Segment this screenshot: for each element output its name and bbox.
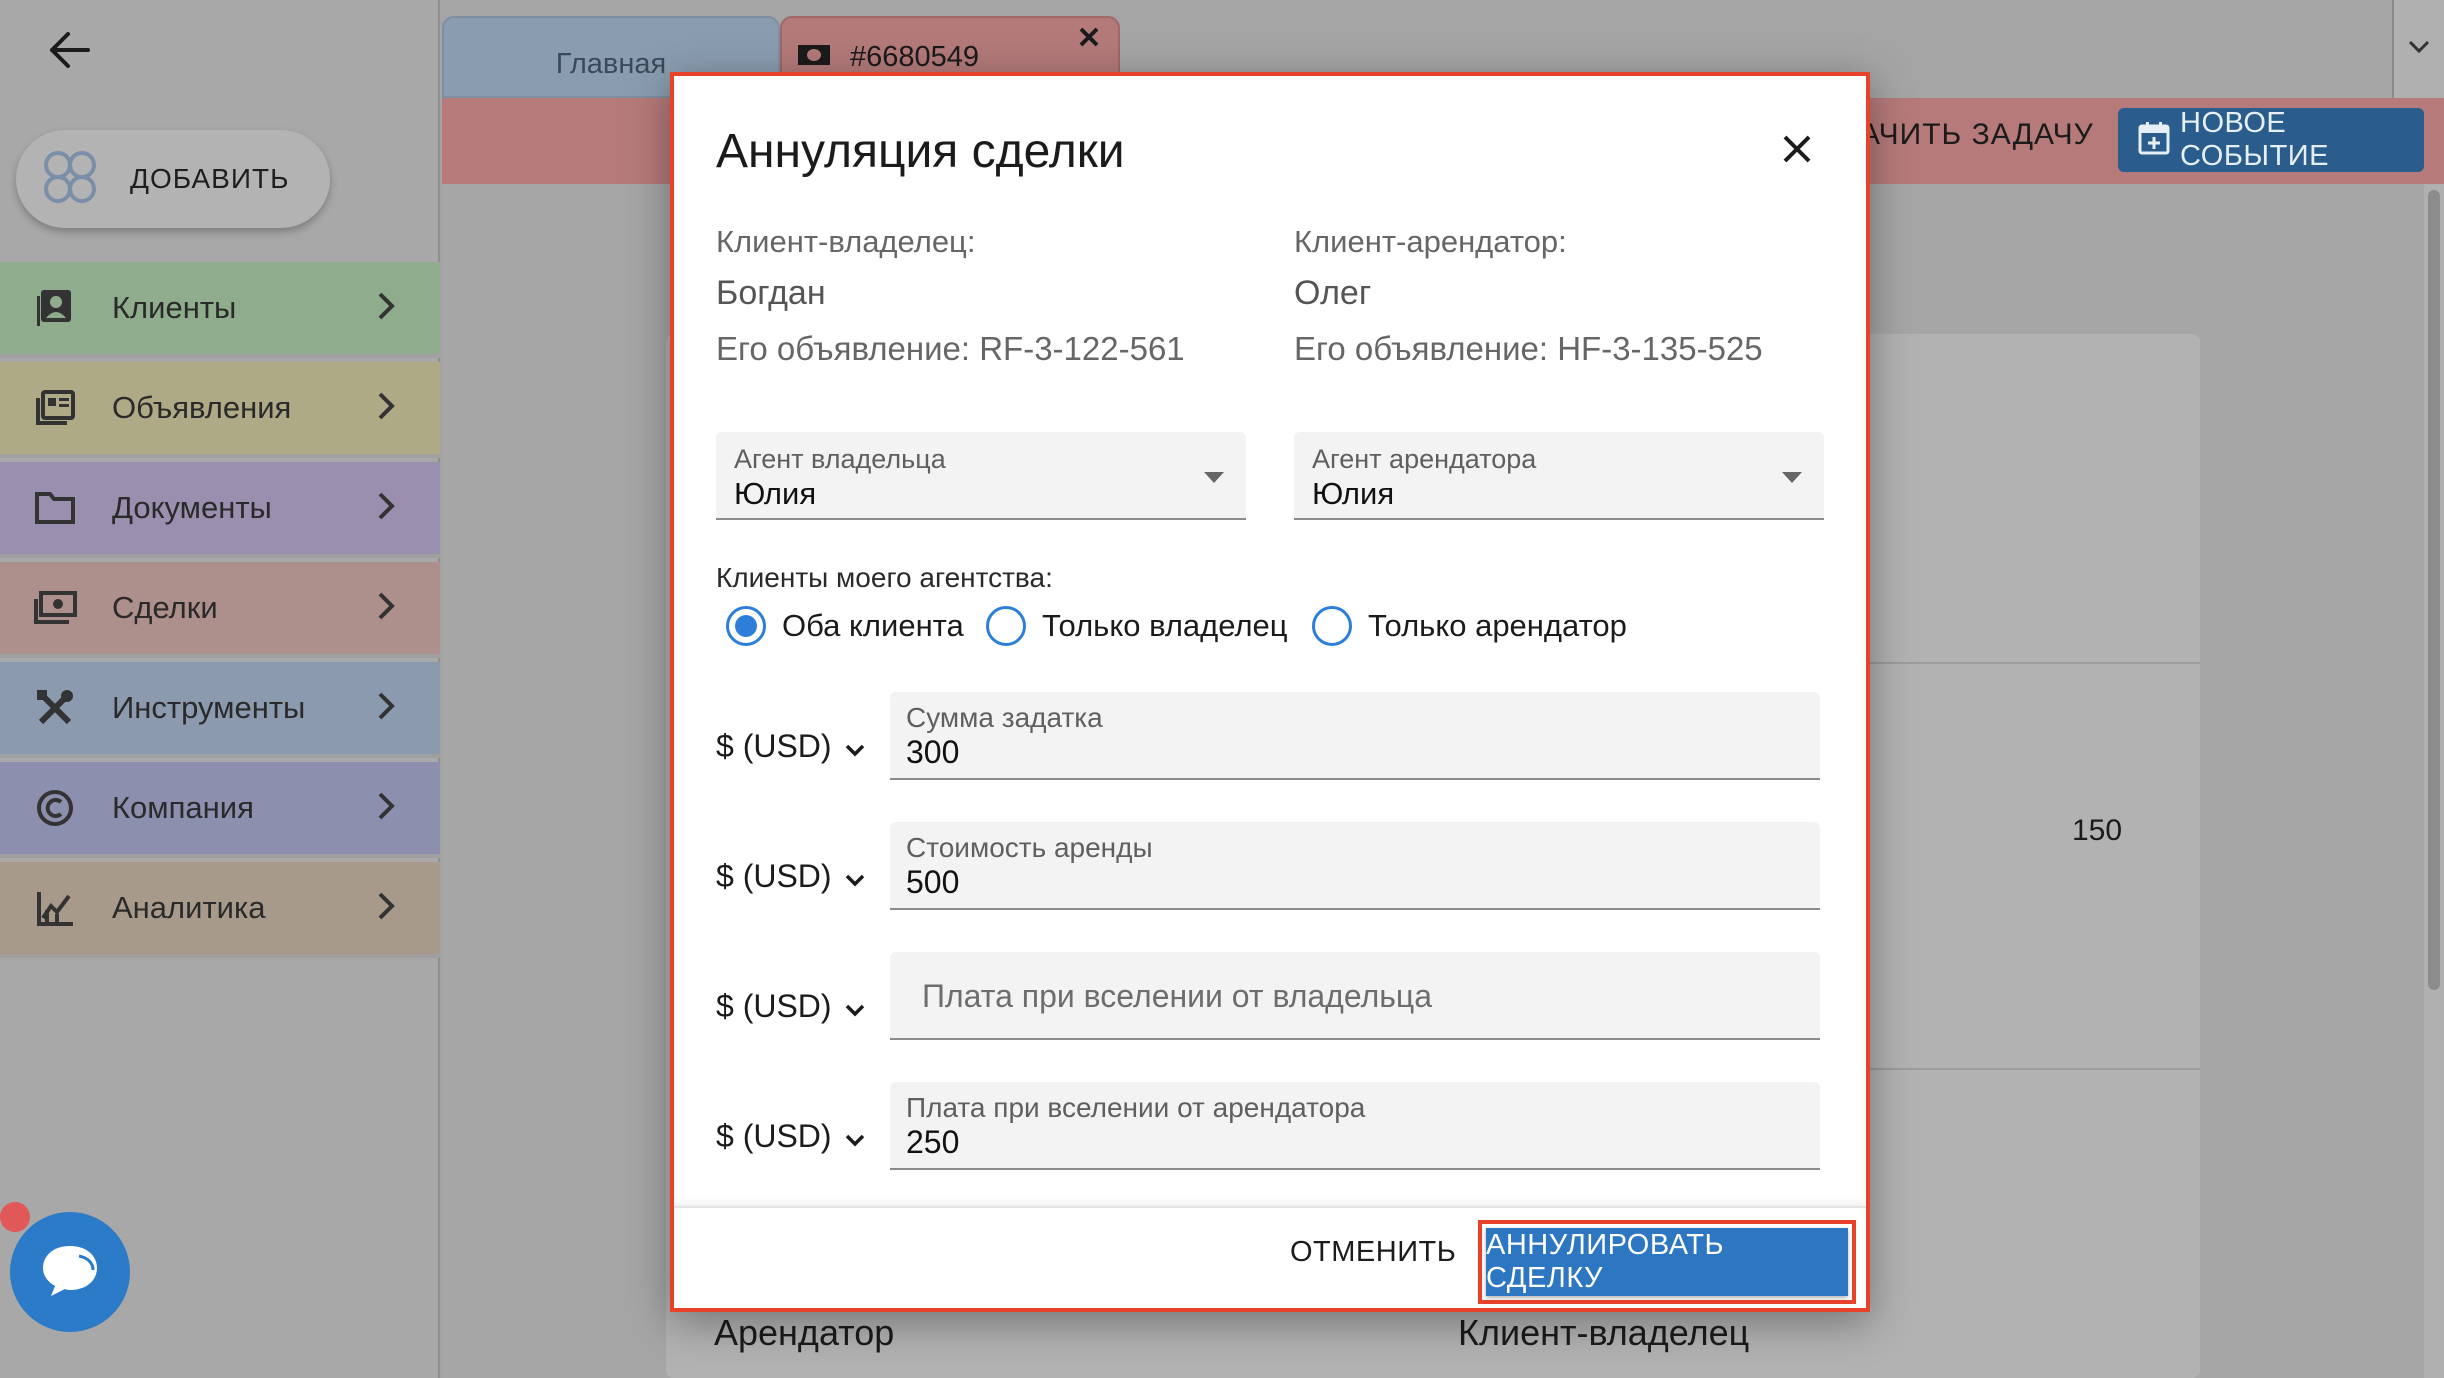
- currency-select[interactable]: $ (USD): [716, 1118, 866, 1155]
- tenant-caption: Клиент-арендатор:: [1294, 224, 1567, 259]
- currency-label: $ (USD): [716, 728, 832, 764]
- sidebar-item-label: Инструменты: [112, 690, 306, 725]
- sidebar-item-deals[interactable]: Сделки: [0, 562, 440, 658]
- tab-deal-label: #6680549: [850, 40, 980, 73]
- add-button-label: ДОБАВИТЬ: [130, 163, 290, 194]
- chevron-right-icon: [376, 490, 396, 527]
- sidebar-item-tools[interactable]: Инструменты: [0, 662, 440, 758]
- currency-select[interactable]: $ (USD): [716, 728, 866, 765]
- add-button[interactable]: ДОБАВИТЬ: [16, 130, 330, 228]
- new-event-button[interactable]: НОВОЕ СОБЫТИЕ: [2118, 107, 2424, 172]
- radio-owner-only-label[interactable]: Только владелец: [1042, 608, 1288, 644]
- dropdown-arrow-icon: [1782, 472, 1802, 483]
- chevron-down-icon: [844, 728, 866, 765]
- tab-home-label: Главная: [555, 47, 667, 80]
- sidebar-item-analytics[interactable]: Аналитика: [0, 862, 440, 958]
- rent-cost-field[interactable]: Стоимость аренды 500: [890, 822, 1820, 910]
- field-placeholder: Плата при вселении от владельца: [922, 978, 1433, 1014]
- chevron-down-icon: [844, 858, 866, 895]
- copyright-icon: [32, 785, 78, 831]
- currency-select[interactable]: $ (USD): [716, 988, 866, 1025]
- tenant-movein-fee-field[interactable]: Плата при вселении от арендатора 250: [890, 1082, 1820, 1170]
- radio-both[interactable]: [726, 606, 766, 646]
- analytics-icon: [32, 885, 78, 931]
- sidebar-item-label: Объявления: [112, 390, 292, 425]
- tenant-agent-select[interactable]: Агент арендатора Юлия: [1294, 432, 1824, 520]
- chevron-right-icon: [376, 790, 396, 827]
- deposit-amount-field[interactable]: Сумма задатка 300: [890, 692, 1820, 780]
- sidebar-item-label: Документы: [112, 490, 272, 525]
- owner-agent-label: Агент владельца: [734, 444, 946, 474]
- heading-tenant: Арендатор: [714, 1312, 895, 1353]
- money-icon: [32, 585, 78, 631]
- sidebar-item-documents[interactable]: Документы: [0, 462, 440, 558]
- sidebar-item-label: Клиенты: [112, 290, 237, 325]
- chat-icon: [39, 1242, 101, 1303]
- currency-label: $ (USD): [716, 858, 832, 894]
- heading-owner: Клиент-владелец: [1458, 1312, 1750, 1353]
- notification-dot: [0, 1202, 30, 1232]
- chevron-down-icon: [844, 1118, 866, 1155]
- field-label: Плата при вселении от арендатора: [906, 1092, 1366, 1123]
- clients-group-label: Клиенты моего агентства:: [716, 562, 1053, 593]
- currency-select[interactable]: $ (USD): [716, 858, 866, 895]
- chevron-down-icon: [2407, 39, 2431, 60]
- sidebar-item-label: Компания: [112, 790, 254, 825]
- sidebar-item-label: Аналитика: [112, 890, 266, 925]
- background-value: 150: [2072, 814, 2123, 847]
- sidebar-item-label: Сделки: [112, 590, 218, 625]
- contacts-icon: [32, 285, 78, 331]
- money-icon: [796, 43, 832, 72]
- sidebar-item-listings[interactable]: Объявления: [0, 362, 440, 458]
- chevron-right-icon: [376, 890, 396, 927]
- scrollbar-thumb[interactable]: [2428, 190, 2440, 990]
- owner-name: Богдан: [716, 274, 826, 312]
- tenant-agent-label: Агент арендатора: [1312, 444, 1537, 474]
- currency-label: $ (USD): [716, 988, 832, 1024]
- chevron-right-icon: [376, 290, 396, 327]
- chevron-right-icon: [376, 590, 396, 627]
- tenant-listing: Его объявление: HF-3-135-525: [1294, 330, 1763, 367]
- sidebar-item-company[interactable]: Компания: [0, 762, 440, 858]
- sidebar-item-clients[interactable]: Клиенты: [0, 262, 440, 358]
- owner-movein-fee-field[interactable]: Плата при вселении от владельца: [890, 952, 1820, 1040]
- field-label: Сумма задатка: [906, 702, 1103, 733]
- tenant-name: Олег: [1294, 274, 1372, 312]
- field-value: 250: [906, 1124, 960, 1160]
- chevron-right-icon: [376, 390, 396, 427]
- radio-tenant-only[interactable]: [1312, 606, 1352, 646]
- field-value: 500: [906, 864, 960, 900]
- owner-agent-select[interactable]: Агент владельца Юлия: [716, 432, 1246, 520]
- chevron-right-icon: [376, 690, 396, 727]
- close-icon[interactable]: [1774, 126, 1820, 172]
- tools-icon: [32, 685, 78, 731]
- listings-icon: [32, 385, 78, 431]
- currency-label: $ (USD): [716, 1118, 832, 1154]
- chat-button[interactable]: [10, 1212, 130, 1332]
- calendar-add-icon: [2138, 121, 2170, 160]
- dropdown-arrow-icon: [1204, 472, 1224, 483]
- owner-agent-value: Юлия: [734, 476, 817, 511]
- close-tab-icon[interactable]: [1078, 26, 1100, 53]
- owner-caption: Клиент-владелец:: [716, 224, 976, 259]
- radio-tenant-only-label[interactable]: Только арендатор: [1368, 608, 1627, 644]
- back-arrow-icon[interactable]: [40, 20, 100, 80]
- radio-selected-dot: [735, 615, 757, 637]
- radio-owner-only[interactable]: [986, 606, 1026, 646]
- field-label: Стоимость аренды: [906, 832, 1153, 863]
- folder-icon: [32, 485, 78, 531]
- new-event-label: НОВОЕ СОБЫТИЕ: [2180, 107, 2329, 172]
- radio-both-label[interactable]: Оба клиента: [782, 608, 964, 644]
- dialog-title: Аннуляция сделки: [716, 125, 1125, 178]
- add-logo-icon: [40, 147, 100, 212]
- field-value: 300: [906, 734, 960, 770]
- cancel-button[interactable]: ОТМЕНИТЬ: [1290, 1236, 1456, 1269]
- owner-listing: Его объявление: RF-3-122-561: [716, 330, 1185, 367]
- cancel-deal-button[interactable]: АННУЛИРОВАТЬ СДЕЛКУ: [1486, 1228, 1848, 1296]
- tabs-scroll-button[interactable]: [2392, 0, 2444, 98]
- assign-task-button[interactable]: АЧИТЬ ЗАДАЧУ: [1860, 118, 2094, 152]
- tenant-agent-value: Юлия: [1312, 476, 1395, 511]
- chevron-down-icon: [844, 988, 866, 1025]
